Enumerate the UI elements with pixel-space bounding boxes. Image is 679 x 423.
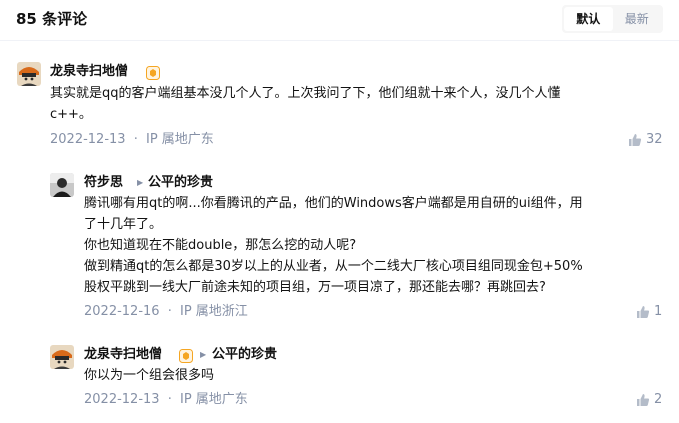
comment-location: IP 属地广东 [145, 132, 214, 147]
reply-author[interactable]: 龙泉寺扫地僧 [84, 346, 162, 364]
meta-separator: · [133, 132, 138, 147]
comment-text-line: 你也知道现在不能double，那怎么挖的动人呢? [84, 238, 357, 253]
thumbs-up-icon [637, 394, 650, 406]
comment-text-line: 做到精通qt的怎么都是30岁以上的从业者，从一个二线大厂核心项目组同现金包+50… [84, 259, 583, 274]
comment-meta: 2022-12-13 · IP 属地广东 [50, 131, 214, 149]
comment-text-line: 其实就是qq的客户端组基本没几个人了。上次我问了下，他们组就十来个人，没几个人懂 [50, 86, 561, 101]
sort-toggle: 默认 最新 [562, 5, 663, 33]
thumbs-up-icon [637, 306, 650, 318]
comment-text-line: c++。 [50, 107, 92, 122]
comments-header: 85 条评论 默认 最新 [0, 0, 679, 40]
badge-icon [179, 348, 193, 363]
comment-date: 2022-12-13 [84, 392, 160, 407]
reply-arrow-icon: ▶ [200, 350, 207, 359]
comment-text-line: 了十几年了。 [84, 217, 163, 232]
like-button[interactable]: 32 [628, 131, 663, 149]
comment-text-line: 你以为一个组会很多吗 [84, 368, 215, 383]
like-button[interactable]: 1 [636, 303, 662, 321]
badge-icon [146, 65, 160, 80]
reply-author[interactable]: 符步思 [84, 174, 123, 192]
comment-location: IP 属地广东 [179, 392, 248, 407]
meta-separator: · [167, 304, 172, 319]
sort-default-button[interactable]: 默认 [564, 7, 613, 31]
like-button[interactable]: 2 [636, 391, 662, 409]
comment-location: IP 属地浙江 [179, 304, 248, 319]
avatar[interactable] [17, 62, 41, 86]
header-divider [0, 40, 679, 41]
comment-meta: 2022-12-16 · IP 属地浙江 [84, 303, 248, 321]
avatar[interactable] [50, 173, 74, 197]
meta-separator: · [167, 392, 172, 407]
like-count: 32 [646, 132, 663, 147]
sort-latest-button[interactable]: 最新 [613, 7, 662, 31]
comment-date: 2022-12-16 [84, 304, 160, 319]
like-count: 1 [654, 304, 663, 319]
comment-text-line: 腾讯哪有用qt的啊...你看腾讯的产品，他们的Windows客户端都是用自研的u… [84, 196, 583, 211]
reply-to-user[interactable]: 公平的珍贵 [148, 174, 213, 192]
like-count: 2 [654, 392, 663, 407]
comment-count: 85 条评论 [16, 10, 88, 28]
comment-meta: 2022-12-13 · IP 属地广东 [84, 391, 248, 409]
reply-arrow-icon: ▶ [137, 178, 144, 187]
avatar[interactable] [50, 345, 74, 369]
thumbs-up-icon [629, 134, 642, 146]
reply-to-user[interactable]: 公平的珍贵 [212, 346, 277, 364]
comment-text-line: 股权平跳到一线大厂前途未知的项目组，万一项目凉了，那还能去哪？再跳回去? [84, 280, 546, 295]
comment-author[interactable]: 龙泉寺扫地僧 [50, 63, 128, 81]
comment-date: 2022-12-13 [50, 132, 126, 147]
